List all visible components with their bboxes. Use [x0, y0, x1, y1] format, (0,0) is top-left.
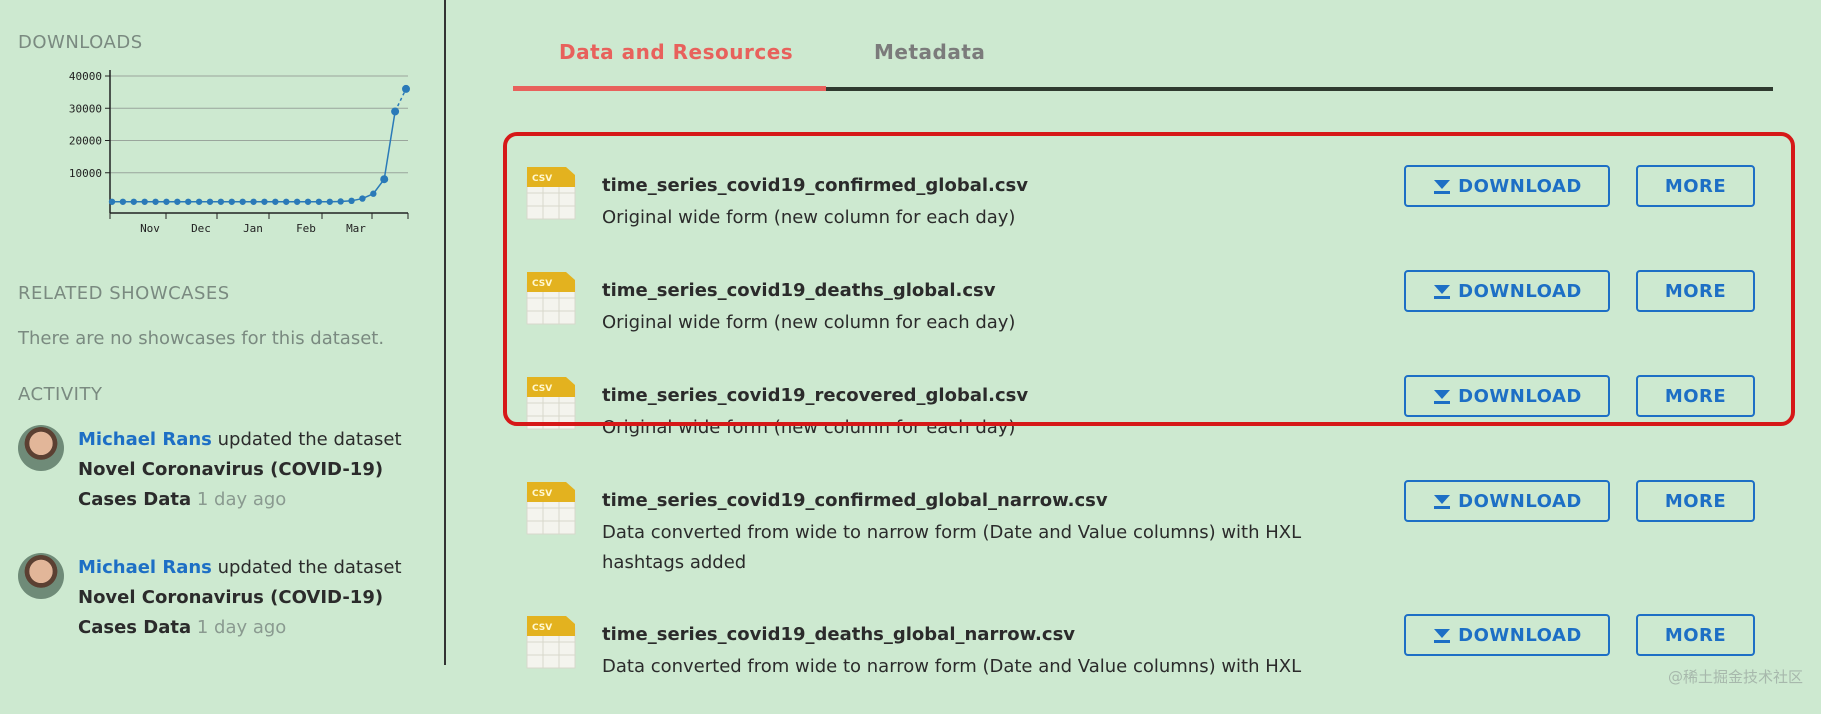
data-point: [239, 198, 246, 205]
download-icon: [1434, 629, 1451, 643]
tab-data-and-resources[interactable]: Data and Resources: [559, 40, 793, 64]
activity-text: Michael Rans updated the dataset Novel C…: [78, 553, 448, 643]
x-tick-label: Jan: [243, 222, 263, 232]
activity-text: Michael Rans updated the dataset Novel C…: [78, 425, 448, 515]
activity-user-link[interactable]: Michael Rans: [78, 557, 212, 578]
more-label: MORE: [1664, 490, 1727, 512]
data-point: [119, 198, 127, 205]
activity-time: 1 day ago: [196, 489, 287, 510]
series-line: [112, 111, 396, 203]
sidebar: DOWNLOADS 40000 30000 20000 10000 Nov Dec Jan F…: [0, 0, 445, 665]
sidebar-divider: [444, 0, 446, 665]
data-point: [185, 198, 192, 205]
download-label: DOWNLOAD: [1458, 624, 1582, 646]
x-tick-label: Nov: [140, 222, 160, 232]
data-point: [315, 198, 323, 205]
data-point: [380, 175, 389, 184]
data-point: [326, 198, 333, 205]
more-button[interactable]: MORE: [1636, 480, 1755, 522]
data-point: [108, 198, 116, 205]
more-label: MORE: [1664, 624, 1727, 646]
y-tick-label: 30000: [69, 102, 102, 115]
data-point: [174, 198, 181, 205]
active-tab-indicator: [513, 86, 826, 91]
data-point: [283, 198, 290, 205]
downloads-title: DOWNLOADS: [18, 32, 143, 53]
data-point: [304, 198, 312, 205]
csv-icon-label: CSV: [532, 489, 552, 499]
resource-tabs: Data and Resources Metadata: [513, 40, 1773, 94]
data-point: [152, 198, 159, 205]
related-showcases-title: RELATED SHOWCASES: [18, 283, 230, 304]
data-point: [217, 198, 225, 205]
data-point: [130, 198, 137, 205]
y-tick-label: 10000: [69, 167, 102, 180]
download-icon: [1434, 495, 1451, 509]
download-button[interactable]: DOWNLOAD: [1404, 614, 1610, 656]
data-point: [261, 198, 268, 205]
csv-file-icon: CSV: [526, 616, 576, 669]
more-button[interactable]: MORE: [1636, 614, 1755, 656]
activity-user-link[interactable]: Michael Rans: [78, 429, 212, 450]
activity-action: updated the dataset: [211, 429, 402, 450]
tab-metadata[interactable]: Metadata: [874, 40, 985, 64]
resource-name-link[interactable]: time_series_covid19_deaths_global_narrow…: [602, 624, 1075, 645]
y-tick-label: 20000: [69, 135, 102, 148]
data-point: [272, 198, 279, 205]
data-point: [206, 198, 214, 205]
resource-description: Data converted from wide to narrow form …: [602, 522, 1302, 573]
data-point: [402, 84, 410, 93]
highlight-box: [503, 132, 1795, 426]
data-point: [359, 195, 366, 202]
activity-action: updated the dataset: [211, 557, 402, 578]
activity-title: ACTIVITY: [18, 384, 103, 405]
y-tick-label: 40000: [69, 70, 102, 83]
downloads-chart: 40000 30000 20000 10000 Nov Dec Jan Feb Mar: [69, 70, 410, 232]
tab-baseline: [826, 87, 1773, 91]
data-point: [163, 198, 170, 205]
data-point: [250, 198, 257, 205]
csv-icon-label: CSV: [532, 623, 552, 633]
activity-time: 1 day ago: [196, 617, 287, 638]
resource-item: CSV time_series_covid19_confirmed_global_…: [526, 480, 1756, 580]
resource-name-link[interactable]: time_series_covid19_confirmed_global_nar…: [602, 490, 1108, 511]
download-label: DOWNLOAD: [1458, 490, 1582, 512]
data-point: [141, 198, 148, 205]
x-tick-label: Dec: [191, 222, 211, 232]
watermark: @稀土掘金技术社区: [1667, 668, 1803, 686]
x-tick-label: Feb: [296, 222, 316, 232]
x-tick-label: Mar: [346, 222, 366, 232]
data-point: [370, 190, 377, 197]
data-point: [195, 198, 203, 205]
data-point: [228, 198, 235, 205]
resource-item: CSV time_series_covid19_deaths_global_nar…: [526, 614, 1756, 714]
csv-file-icon: CSV: [526, 482, 576, 535]
data-point: [337, 198, 344, 205]
data-point: [293, 198, 301, 205]
avatar[interactable]: [18, 425, 64, 471]
resource-description: Data converted from wide to narrow form …: [602, 656, 1302, 677]
download-button[interactable]: DOWNLOAD: [1404, 480, 1610, 522]
no-showcases-text: There are no showcases for this dataset.: [18, 328, 385, 349]
data-point: [391, 107, 400, 116]
avatar[interactable]: [18, 553, 64, 599]
data-point: [348, 197, 355, 205]
